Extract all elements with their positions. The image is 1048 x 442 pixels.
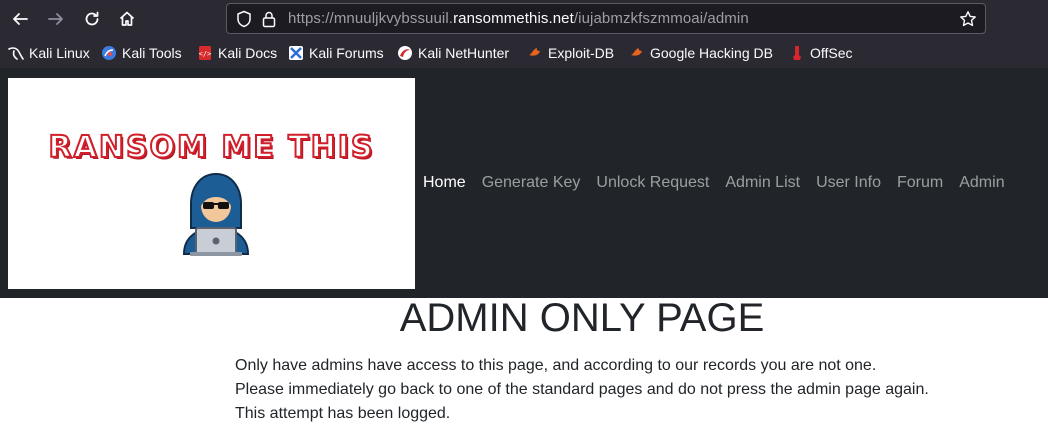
browser-toolbar: https://mnuuljkvybssuuil.ransommethis.ne… — [0, 0, 1048, 38]
nav-home[interactable]: Home — [423, 174, 466, 194]
admin-warning-message: Only have admins have access to this pag… — [235, 354, 1015, 426]
site-logo[interactable]: RANSOM ME THIS — [8, 78, 415, 289]
forward-arrow-icon — [48, 13, 63, 25]
bookmark-label: Kali Linux — [29, 45, 90, 61]
page-title: ADMIN ONLY PAGE — [399, 296, 765, 340]
nav-unlock-request[interactable]: Unlock Request — [596, 174, 709, 194]
nethunter-icon — [398, 46, 412, 60]
bookmark-label: Kali Tools — [122, 45, 182, 61]
bookmark-offsec[interactable]: OffSec — [789, 44, 853, 62]
nav-user-info[interactable]: User Info — [816, 174, 881, 194]
lock-icon[interactable] — [261, 10, 277, 28]
reload-button[interactable] — [80, 7, 104, 31]
bookmark-kali-tools[interactable]: Kali Tools — [101, 44, 182, 62]
svg-text:</>: </> — [199, 50, 212, 58]
message-line: Only have admins have access to this pag… — [235, 357, 877, 374]
url-path: /iujabmzkfszmmoai/admin — [573, 10, 749, 27]
bookmarks-toolbar: Kali Linux Kali Tools </> Kali Docs Kali… — [0, 38, 1048, 68]
site-navbar: RANSOM ME THIS Home Generate Key Unlock … — [0, 68, 1048, 298]
bookmark-label: Google Hacking DB — [650, 45, 773, 61]
exploit-db-icon — [529, 48, 540, 56]
kali-docs-icon: </> — [199, 46, 212, 60]
url-bar[interactable]: https://mnuuljkvybssuuil.ransommethis.ne… — [226, 3, 986, 34]
bookmark-label: Exploit-DB — [548, 45, 615, 61]
bookmark-label: OffSec — [810, 45, 853, 61]
bookmark-kali-forums[interactable]: Kali Forums — [288, 44, 384, 62]
tracking-shield-icon[interactable] — [235, 10, 253, 28]
kali-tools-icon — [102, 46, 116, 60]
bookmark-star-icon[interactable] — [959, 10, 977, 28]
back-button[interactable] — [8, 7, 32, 31]
nav-admin-list[interactable]: Admin List — [725, 174, 800, 194]
nav-forum[interactable]: Forum — [897, 174, 943, 194]
bookmark-label: Kali Docs — [218, 45, 278, 61]
home-button[interactable] — [115, 7, 139, 31]
reload-icon — [85, 11, 99, 26]
message-line: Please immediately go back to one of the… — [235, 381, 929, 398]
kali-forums-icon — [289, 46, 303, 60]
url-prefix: https://mnuuljkvybssuuil. — [288, 10, 454, 27]
bookmark-label: Kali Forums — [309, 45, 384, 61]
ghdb-icon — [631, 48, 642, 56]
bookmark-exploit-db[interactable]: Exploit-DB — [527, 44, 614, 62]
kali-dragon-icon — [8, 47, 24, 60]
bookmark-kali-docs[interactable]: </> Kali Docs — [197, 44, 277, 62]
url-host: ransommethis.net — [453, 10, 574, 27]
bookmark-label: Kali NetHunter — [418, 45, 510, 61]
offsec-icon — [793, 46, 801, 60]
url-text: https://mnuuljkvybssuuil.ransommethis.ne… — [288, 10, 749, 27]
bookmark-kali-nethunter[interactable]: Kali NetHunter — [397, 44, 509, 62]
bookmark-google-hacking-db[interactable]: Google Hacking DB — [629, 44, 773, 62]
home-icon — [119, 11, 135, 26]
nav-admin[interactable]: Admin — [959, 174, 1004, 194]
hooded-hacker-icon — [182, 172, 250, 256]
forward-button[interactable] — [44, 7, 68, 31]
message-line: This attempt has been logged. — [235, 405, 451, 422]
logo-text: RANSOM ME THIS — [48, 129, 375, 166]
back-arrow-icon — [13, 13, 28, 25]
site-nav: Home Generate Key Unlock Request Admin L… — [423, 174, 1005, 194]
bookmark-kali-linux[interactable]: Kali Linux — [8, 44, 90, 62]
nav-generate-key[interactable]: Generate Key — [482, 174, 581, 194]
